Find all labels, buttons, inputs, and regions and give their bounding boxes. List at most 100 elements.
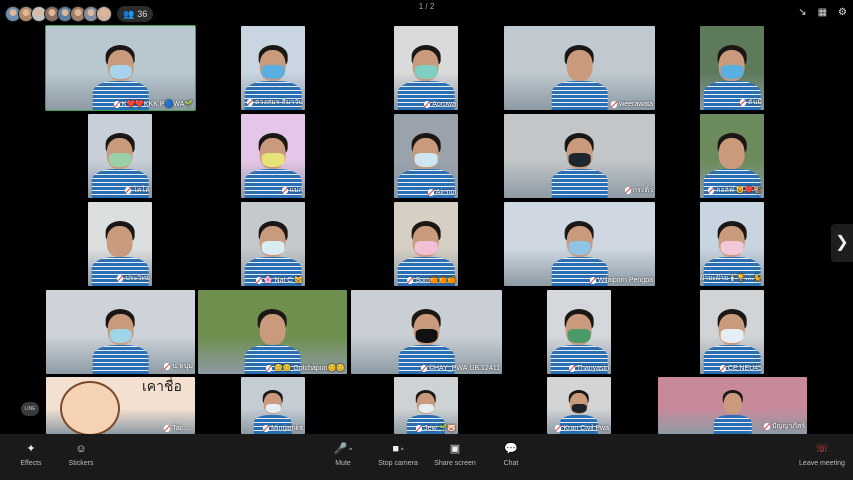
video-tile[interactable]: กระติ๋ว: [504, 114, 655, 198]
effects-button[interactable]: ✦ Effects: [18, 443, 44, 467]
mic-muted-icon: [708, 187, 715, 194]
face-mask: [418, 403, 434, 413]
mic-muted-icon: [568, 365, 575, 372]
minimize-icon[interactable]: ↘: [798, 8, 806, 18]
mic-muted-icon: [416, 424, 423, 432]
video-tile[interactable]: Som🍊🍊🍊: [394, 202, 458, 286]
participant-name: Wilaiporn Pengpa: [597, 277, 653, 284]
participant-name-label: K❤️❤️KKK P🔵WA🌱: [113, 100, 193, 108]
mic-muted-icon: [624, 187, 631, 194]
stickers-button[interactable]: ☺ Stickers: [66, 443, 96, 467]
chat-button[interactable]: 💬 Chat: [499, 443, 523, 467]
top-right-controls: ↘ ▦ ⚙: [798, 8, 847, 18]
participant-silhouette: [551, 210, 608, 286]
participant-name-label: Aorpwa: [424, 101, 456, 108]
video-tile[interactable]: Aorpwa: [394, 26, 458, 110]
participant-name: Mintjamint: [271, 425, 303, 432]
participant-name-label: ฝ้ายะฝ้าย🕯️🏆....🐈: [700, 273, 762, 284]
participant-silhouette: [398, 298, 455, 374]
video-tile[interactable]: 😊😊 Gotchapun😊😊: [198, 290, 347, 374]
video-tile[interactable]: ประวิทย์: [88, 202, 152, 286]
participant-name: ต้นมี: [748, 99, 762, 106]
video-tile[interactable]: 🌸 Nat C 🐱: [241, 202, 305, 286]
video-tile[interactable]: ดวงสมร สีมาวัน: [241, 26, 305, 110]
face-mask: [414, 65, 438, 79]
participant-silhouette: [244, 298, 301, 374]
face-mask: [261, 153, 285, 167]
participant-name: Kran Civil Pwa: [563, 425, 609, 432]
participant-name: 😊😊 Gotchapun😊😊: [273, 365, 345, 372]
video-tile[interactable]: น.หนุ่ม: [46, 290, 195, 374]
stop-camera-label: Stop camera: [378, 460, 418, 467]
share-screen-icon: ▣: [449, 443, 461, 455]
video-tile[interactable]: ต้นมี: [700, 26, 764, 110]
share-screen-label: Share screen: [434, 460, 476, 467]
meeting-toolbar: ✦ Effects ☺ Stickers 🎤 ^ Mute ■ ^ Stop c…: [0, 434, 853, 480]
leave-meeting-button[interactable]: ☏ Leave meeting: [796, 443, 848, 467]
video-tile[interactable]: weerawata: [504, 26, 655, 110]
participant-name: Thanyasiri: [576, 365, 609, 372]
video-tile[interactable]: Air-noi: [394, 114, 458, 198]
video-tile[interactable]: โคโค้: [88, 114, 152, 198]
video-tile[interactable]: Kran Civil Pwa: [547, 377, 611, 434]
mic-muted-icon: [125, 187, 132, 194]
video-tile[interactable]: ©HAY_PWA.UB.12411: [351, 290, 502, 374]
microphone-icon: 🎤 ^: [333, 443, 353, 455]
video-tile[interactable]: Thanyasiri: [547, 290, 611, 374]
video-tile[interactable]: Wilaiporn Pengpa: [504, 202, 655, 286]
participant-name: กระติ๋ว: [632, 187, 653, 194]
mute-label: Mute: [335, 460, 351, 467]
video-tile[interactable]: ฝ้ายะฝ้าย🕯️🏆....🐈: [700, 202, 764, 286]
participant-name: weerawata: [619, 101, 653, 108]
view-layout-icon[interactable]: ▦: [818, 8, 827, 18]
mic-muted-icon: [611, 101, 618, 108]
next-page-button[interactable]: ❯: [831, 224, 853, 262]
participant-silhouette: [551, 34, 608, 110]
mute-button[interactable]: 🎤 ^ Mute: [330, 443, 356, 467]
participant-silhouette: [244, 210, 302, 286]
participant-name-label: 🌸 Nat C 🐱: [255, 276, 303, 284]
video-tile[interactable]: Mintjamint: [241, 377, 305, 434]
video-tile[interactable]: แม่ก๋: [241, 114, 305, 198]
chevron-right-icon: ❯: [835, 234, 849, 251]
share-screen-button[interactable]: ▣ Share screen: [433, 443, 477, 467]
mic-muted-icon: [263, 425, 270, 432]
participant-name: โคโค้: [133, 187, 150, 194]
participant-silhouette: [550, 298, 608, 374]
mic-muted-icon: [555, 425, 562, 432]
video-tile[interactable]: เคาชื่อ Tac.....: [46, 377, 195, 434]
mic-muted-icon: [764, 423, 771, 430]
participant-name-label: กระติ๋ว: [624, 185, 653, 196]
face-mask: [108, 153, 132, 167]
gear-icon[interactable]: ⚙: [838, 8, 847, 18]
participant-silhouette: [703, 298, 761, 374]
face-mask: [720, 65, 744, 79]
face-mask: [720, 241, 744, 255]
participant-silhouette: [397, 122, 455, 198]
participant-name-label: ปัญญาภัสร์: [764, 421, 805, 432]
video-tile[interactable]: CE NEU45: [700, 290, 764, 374]
face-mask: [261, 65, 285, 79]
stop-camera-button[interactable]: ■ ^ Stop camera: [377, 443, 419, 467]
participant-name-label: Jew 🌱🐷: [416, 424, 456, 432]
chat-label: Chat: [503, 460, 519, 467]
participant-name-label: ©HAY_PWA.UB.12411: [420, 365, 500, 372]
line-logo-badge: LINE: [21, 402, 39, 416]
mic-muted-icon: [246, 99, 253, 106]
mic-muted-icon: [589, 277, 596, 284]
video-tile[interactable]: K❤️❤️KKK P🔵WA🌱: [45, 25, 196, 111]
video-tile[interactable]: ปัญญาภัสร์: [658, 377, 807, 434]
participant-name: ฝ้ายะฝ้าย🕯️🏆....🐈: [700, 275, 762, 282]
participant-name: Jew 🌱🐷: [424, 425, 456, 432]
mic-muted-icon: [164, 363, 171, 370]
participant-name: Aorpwa: [432, 101, 456, 108]
mic-muted-icon: [420, 365, 427, 372]
face-mask: [568, 153, 591, 167]
face-mask: [109, 65, 132, 79]
participant-name: ปัญญาภัสร์: [772, 423, 805, 430]
video-tile[interactable]: Jew 🌱🐷: [394, 377, 458, 434]
video-tile[interactable]: กอล์ฟ 😺❤️🐒: [700, 114, 764, 198]
camera-icon: ■ ^: [392, 443, 404, 455]
participant-name-label: กอล์ฟ 😺❤️🐒: [708, 185, 762, 196]
participant-silhouette: [713, 383, 752, 434]
